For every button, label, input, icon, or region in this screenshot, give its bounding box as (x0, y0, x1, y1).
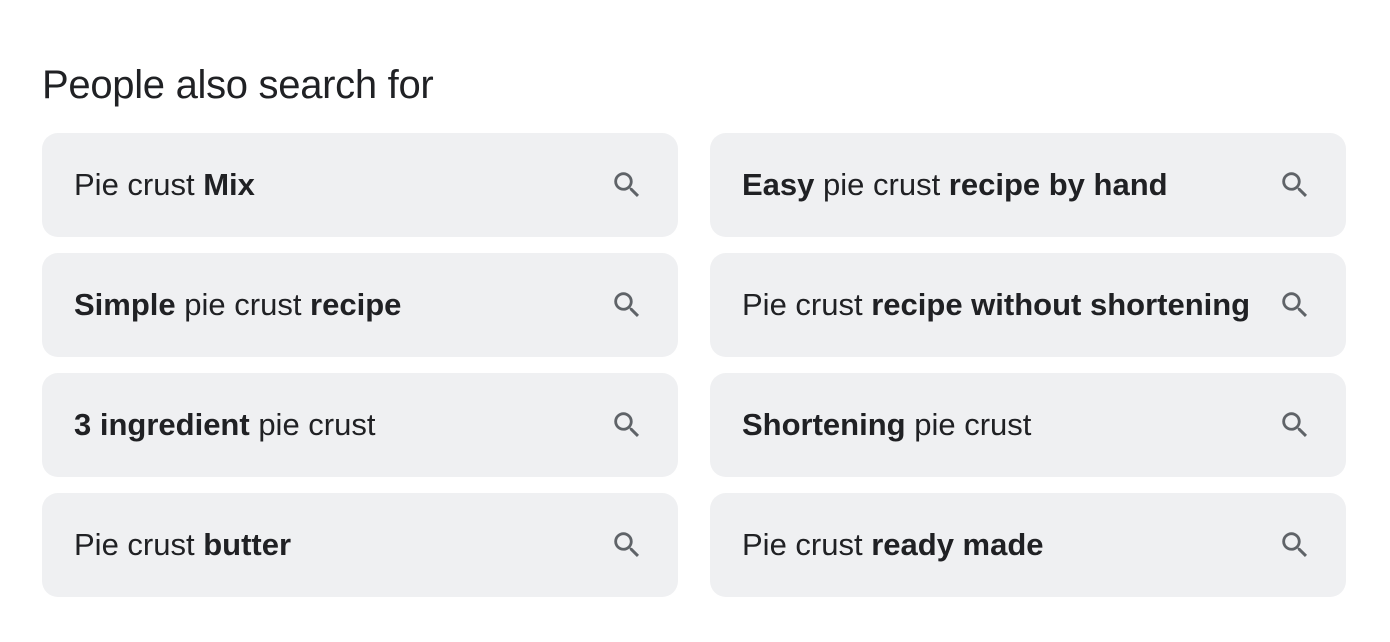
suggestion-text-regular: Pie crust (742, 287, 872, 322)
suggestion-text: 3 ingredient pie crust (74, 405, 375, 445)
suggestion-text-bold: recipe (310, 287, 402, 322)
suggestion-text-regular: pie crust (249, 407, 376, 442)
search-icon-glyph (614, 292, 640, 318)
suggestion-text-regular: pie crust (905, 407, 1032, 442)
suggestion-chip[interactable]: Pie crust ready made (710, 493, 1346, 597)
suggestion-chip[interactable]: Shortening pie crust (710, 373, 1346, 477)
suggestion-text: Easy pie crust recipe by hand (742, 165, 1168, 205)
suggestion-text: Shortening pie crust (742, 405, 1031, 445)
suggestion-text-bold: recipe by hand (948, 167, 1168, 202)
search-icon (610, 408, 644, 442)
search-icon-glyph (614, 172, 640, 198)
suggestion-text-regular: Pie crust (742, 527, 872, 562)
suggestion-chip[interactable]: Simple pie crust recipe (42, 253, 678, 357)
suggestion-text-regular: pie crust (814, 167, 949, 202)
suggestion-grid: Pie crust Mix Easy pie crust recipe by h… (42, 133, 1346, 597)
people-also-search-for-section: People also search for Pie crust Mix Eas… (42, 58, 1346, 597)
suggestion-chip[interactable]: Easy pie crust recipe by hand (710, 133, 1346, 237)
suggestion-text-regular: pie crust (175, 287, 311, 322)
suggestion-text: Pie crust ready made (742, 525, 1044, 565)
search-icon-glyph (614, 532, 640, 558)
suggestion-text-bold: recipe without shortening (871, 287, 1251, 322)
search-icon (1278, 528, 1312, 562)
suggestion-text-bold: 3 ingredient (74, 407, 250, 442)
suggestion-text-bold: Shortening (742, 407, 906, 442)
section-heading: People also search for (42, 63, 434, 107)
search-icon (1278, 288, 1312, 322)
suggestion-text: Simple pie crust recipe (74, 285, 401, 325)
suggestion-text: Pie crust recipe without shortening (742, 285, 1250, 325)
suggestion-text-bold: butter (203, 527, 292, 562)
suggestion-text: Pie crust Mix (74, 165, 255, 205)
suggestion-chip[interactable]: Pie crust butter (42, 493, 678, 597)
search-icon-glyph (614, 412, 640, 438)
suggestion-text-bold: ready made (871, 527, 1044, 562)
suggestion-chip[interactable]: Pie crust Mix (42, 133, 678, 237)
search-icon-glyph (1282, 172, 1308, 198)
suggestion-text-bold: Simple (74, 287, 176, 322)
suggestion-chip[interactable]: Pie crust recipe without shortening (710, 253, 1346, 357)
suggestion-chip[interactable]: 3 ingredient pie crust (42, 373, 678, 477)
suggestion-text-regular: Pie crust (74, 527, 204, 562)
search-icon-glyph (1282, 292, 1308, 318)
search-icon-glyph (1282, 412, 1308, 438)
search-icon-glyph (1282, 532, 1308, 558)
suggestion-text-regular: Pie crust (74, 167, 204, 202)
search-icon (610, 288, 644, 322)
search-icon (1278, 168, 1312, 202)
suggestion-text-bold: Easy (742, 167, 815, 202)
suggestion-text-bold: Mix (203, 167, 255, 202)
search-icon (610, 168, 644, 202)
search-icon (610, 528, 644, 562)
suggestion-text: Pie crust butter (74, 525, 291, 565)
search-icon (1278, 408, 1312, 442)
